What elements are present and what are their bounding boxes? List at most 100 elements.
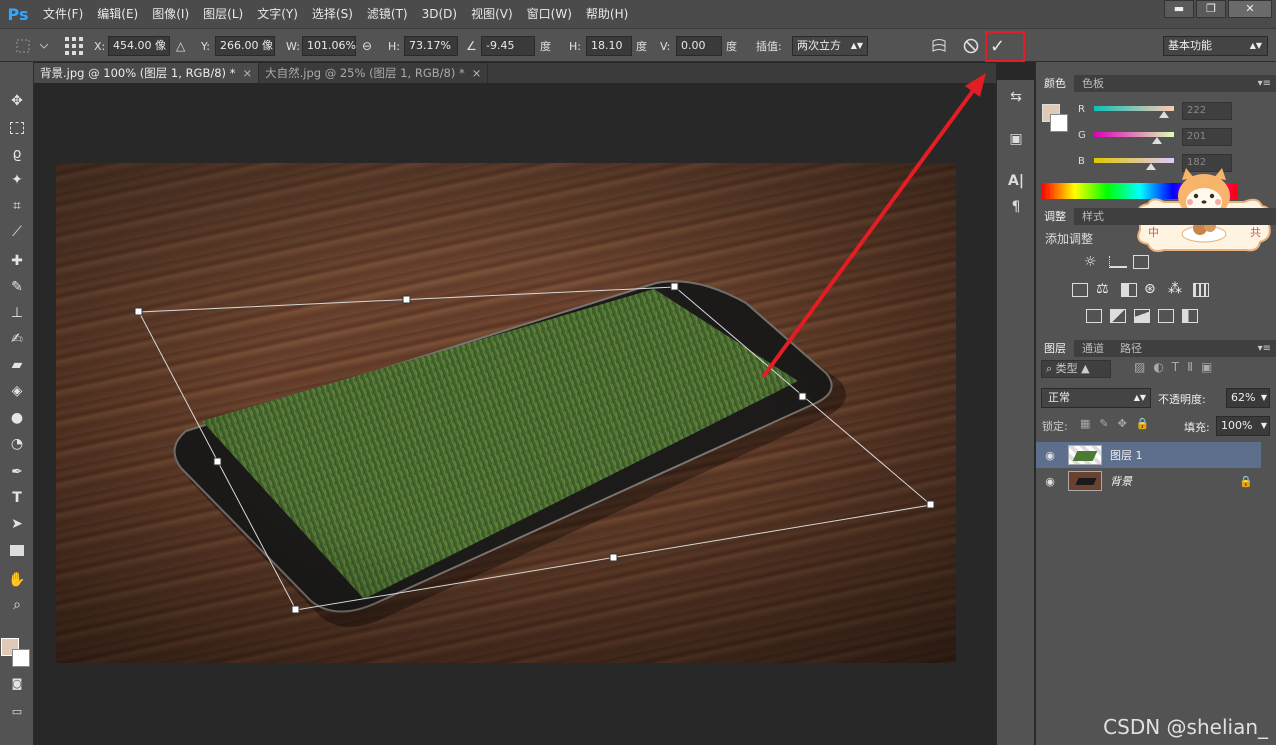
green-value[interactable]: 201 bbox=[1182, 128, 1232, 146]
green-slider-thumb[interactable] bbox=[1152, 137, 1163, 144]
transform-bounding-box[interactable] bbox=[35, 83, 996, 745]
height-field[interactable]: 73.17% bbox=[404, 36, 458, 56]
pen-tool-icon[interactable]: ✒ bbox=[4, 461, 30, 483]
selective-color-icon[interactable] bbox=[1182, 309, 1198, 323]
y-field[interactable]: 266.00 像 bbox=[215, 36, 275, 56]
warp-mode-icon[interactable] bbox=[930, 36, 948, 56]
quick-mask-icon[interactable]: ◙ bbox=[4, 672, 30, 694]
clone-stamp-tool-icon[interactable]: ⊥ bbox=[4, 302, 30, 324]
cancel-transform-icon[interactable] bbox=[962, 36, 980, 56]
blend-mode-select[interactable]: 正常 ▲▼ bbox=[1041, 388, 1151, 408]
tab-adjustments[interactable]: 调整 bbox=[1036, 208, 1074, 225]
channel-mixer-icon[interactable]: ⁂ bbox=[1168, 281, 1182, 297]
history-panel-icon[interactable]: ⇆ bbox=[1004, 86, 1028, 108]
hue-saturation-icon[interactable] bbox=[1121, 283, 1137, 297]
screen-mode-icon[interactable]: ▭ bbox=[4, 700, 30, 722]
hskew-field[interactable]: 18.10 bbox=[586, 36, 632, 56]
eraser-tool-icon[interactable]: ▰ bbox=[4, 354, 30, 376]
gradient-map-icon[interactable] bbox=[1158, 309, 1174, 323]
type-tool-icon[interactable]: T bbox=[4, 487, 30, 509]
blue-slider-track[interactable] bbox=[1094, 158, 1174, 163]
brush-tool-icon[interactable]: ✎ bbox=[4, 276, 30, 298]
x-field[interactable]: 454.00 像 bbox=[108, 36, 170, 56]
minimize-button[interactable]: ▬ bbox=[1164, 0, 1194, 18]
history-brush-tool-icon[interactable]: ✍ bbox=[4, 328, 30, 350]
eyedropper-tool-icon[interactable]: ⟋ bbox=[4, 221, 30, 243]
tab-swatches[interactable]: 色板 bbox=[1074, 75, 1112, 92]
levels-icon[interactable] bbox=[1109, 256, 1127, 268]
tab-paths[interactable]: 路径 bbox=[1112, 340, 1150, 357]
menu-select[interactable]: 选择(S) bbox=[305, 0, 360, 28]
menu-type[interactable]: 文字(Y) bbox=[250, 0, 305, 28]
workspace-select[interactable]: 基本功能 ▲▼ bbox=[1163, 36, 1268, 56]
exposure-icon[interactable] bbox=[1072, 283, 1088, 297]
marquee-tool-icon[interactable] bbox=[4, 117, 30, 139]
link-icon[interactable]: ⊖ bbox=[362, 36, 372, 56]
menu-edit[interactable]: 编辑(E) bbox=[90, 0, 145, 28]
brightness-icon[interactable]: ☼ bbox=[1084, 254, 1097, 270]
lasso-tool-icon[interactable]: ϱ bbox=[4, 143, 30, 165]
tab-styles[interactable]: 样式 bbox=[1074, 208, 1112, 225]
paint-bucket-tool-icon[interactable]: ◈ bbox=[4, 380, 30, 402]
hand-tool-icon[interactable]: ✋ bbox=[4, 569, 30, 591]
menu-filter[interactable]: 滤镜(T) bbox=[360, 0, 415, 28]
menu-view[interactable]: 视图(V) bbox=[464, 0, 520, 28]
character-panel-icon[interactable]: A| bbox=[1004, 170, 1028, 192]
vskew-field[interactable]: 0.00 bbox=[676, 36, 722, 56]
width-field[interactable]: 101.06% bbox=[302, 36, 356, 56]
document-canvas[interactable] bbox=[35, 83, 996, 745]
close-icon[interactable]: × bbox=[472, 66, 482, 80]
delta-icon[interactable]: △ bbox=[176, 36, 185, 56]
paragraph-panel-icon[interactable]: ¶ bbox=[1004, 196, 1028, 218]
tab-channels[interactable]: 通道 bbox=[1074, 340, 1112, 357]
threshold-icon[interactable] bbox=[1134, 309, 1150, 323]
dodge-tool-icon[interactable]: ◔ bbox=[4, 433, 30, 455]
menu-window[interactable]: 窗口(W) bbox=[520, 0, 579, 28]
properties-panel-icon[interactable]: ▣ bbox=[1004, 128, 1028, 150]
close-window-button[interactable]: ✕ bbox=[1228, 0, 1272, 18]
angle-field[interactable]: -9.45 bbox=[481, 36, 535, 56]
menu-layer[interactable]: 图层(L) bbox=[196, 0, 250, 28]
restore-button[interactable]: ❐ bbox=[1196, 0, 1226, 18]
menu-image[interactable]: 图像(I) bbox=[145, 0, 196, 28]
tab-nature-jpg[interactable]: 大自然.jpg @ 25% (图层 1, RGB/8) * × bbox=[259, 63, 489, 83]
posterize-icon[interactable] bbox=[1110, 309, 1126, 323]
menu-help[interactable]: 帮助(H) bbox=[579, 0, 635, 28]
transform-tool-icon[interactable] bbox=[14, 36, 50, 56]
close-icon[interactable]: × bbox=[242, 66, 252, 80]
menu-3d[interactable]: 3D(D) bbox=[415, 0, 464, 28]
zoom-tool-icon[interactable]: ⌕ bbox=[4, 594, 30, 616]
rectangle-tool-icon[interactable] bbox=[4, 539, 30, 561]
visibility-eye-icon[interactable]: ◉ bbox=[1036, 475, 1064, 488]
background-color-swatch[interactable] bbox=[12, 649, 30, 667]
color-lookup-icon[interactable] bbox=[1193, 283, 1209, 297]
vibrance-icon[interactable]: ⚖ bbox=[1096, 281, 1109, 297]
tab-background-jpg[interactable]: 背景.jpg @ 100% (图层 1, RGB/8) * × bbox=[34, 63, 260, 83]
tab-color[interactable]: 颜色 bbox=[1036, 75, 1074, 92]
layer-row-layer1[interactable]: ◉ 图层 1 bbox=[1036, 442, 1261, 468]
interpolation-select[interactable]: 两次立方 ▲▼ bbox=[792, 36, 868, 56]
layer-filter-icons[interactable]: ▨◐TⅡ▣ bbox=[1134, 360, 1220, 374]
layer-name[interactable]: 图层 1 bbox=[1110, 447, 1143, 463]
red-value[interactable]: 222 bbox=[1182, 102, 1232, 120]
invert-icon[interactable] bbox=[1086, 309, 1102, 323]
path-selection-tool-icon[interactable]: ➤ bbox=[4, 513, 30, 535]
reference-point-icon[interactable] bbox=[64, 36, 84, 56]
red-slider-thumb[interactable] bbox=[1158, 111, 1169, 118]
curves-icon[interactable] bbox=[1133, 255, 1149, 269]
move-tool-icon[interactable]: ✥ bbox=[4, 90, 30, 112]
fill-field[interactable]: 100% ▼ bbox=[1216, 416, 1270, 436]
panel-menu-icon[interactable]: ▾≡ bbox=[1258, 75, 1271, 92]
color-balance-icon[interactable]: ⊛ bbox=[1144, 281, 1156, 297]
magic-wand-tool-icon[interactable]: ✦ bbox=[4, 169, 30, 191]
layer-name[interactable]: 背景 bbox=[1110, 473, 1132, 489]
layers-menu-icon[interactable]: ▾≡ bbox=[1258, 340, 1271, 357]
blur-tool-icon[interactable]: ● bbox=[4, 407, 30, 429]
layer-row-background[interactable]: ◉ 背景 🔒 bbox=[1036, 468, 1261, 494]
lock-icons[interactable]: ▦✎✥🔒 bbox=[1080, 417, 1159, 430]
healing-brush-tool-icon[interactable]: ✚ bbox=[4, 250, 30, 272]
crop-tool-icon[interactable]: ⌗ bbox=[4, 195, 30, 217]
opacity-field[interactable]: 62% ▼ bbox=[1226, 388, 1270, 408]
menu-file[interactable]: 文件(F) bbox=[36, 0, 90, 28]
visibility-eye-icon[interactable]: ◉ bbox=[1036, 449, 1064, 462]
